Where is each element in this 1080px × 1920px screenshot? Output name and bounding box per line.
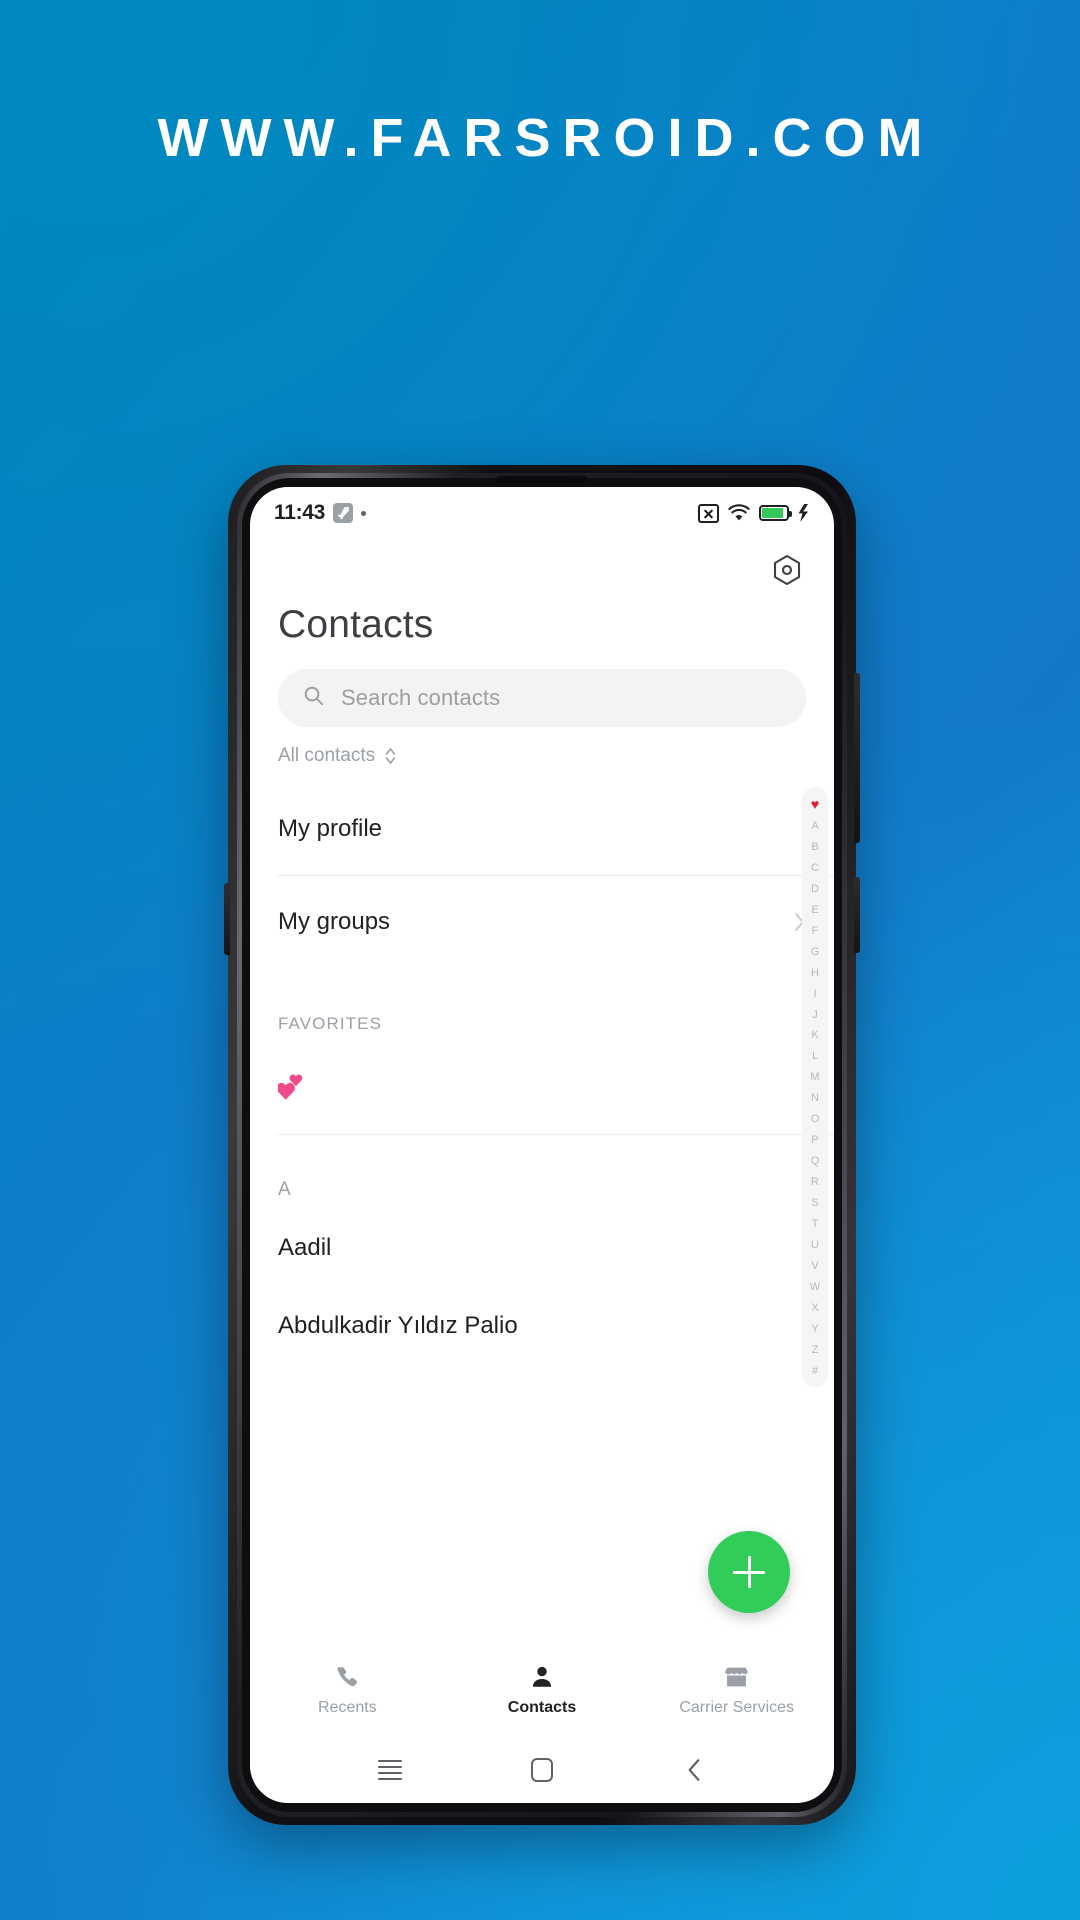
status-bar: 11:43 <box>250 487 834 539</box>
contact-filter-selector[interactable]: All contacts <box>278 745 397 767</box>
index-letter[interactable]: H <box>811 967 819 979</box>
my-groups-label: My groups <box>278 908 391 935</box>
tab-label: Contacts <box>507 1699 577 1716</box>
tab-label: Recents <box>317 1699 377 1716</box>
mute-button[interactable] <box>224 883 230 955</box>
app-header <box>250 539 834 601</box>
index-letter[interactable]: J <box>812 1009 818 1021</box>
expand-vertical-icon <box>384 746 397 766</box>
two-hearts-icon <box>276 1073 312 1103</box>
index-letter[interactable]: R <box>811 1177 819 1188</box>
index-letter[interactable]: B <box>811 841 818 853</box>
back-icon[interactable] <box>677 1753 711 1787</box>
wifi-icon <box>728 504 750 522</box>
search-icon <box>302 684 325 712</box>
battery-icon <box>759 505 792 521</box>
index-letter[interactable]: T <box>812 1219 819 1230</box>
index-letter[interactable]: W <box>810 1281 820 1293</box>
person-icon <box>529 1663 555 1691</box>
tab-recents[interactable]: Recents <box>250 1663 445 1717</box>
bottom-tab-bar: Recents Contacts Carrier Services <box>250 1643 834 1737</box>
hexagon-settings-icon[interactable] <box>768 551 806 589</box>
power-button[interactable] <box>854 877 860 953</box>
phone-icon <box>334 1663 360 1691</box>
index-letter[interactable]: N <box>811 1093 819 1104</box>
phone-screen: 11:43 Contacts Search contacts All conta… <box>250 487 834 1803</box>
index-letter[interactable]: U <box>811 1240 819 1251</box>
store-icon <box>723 1663 750 1691</box>
android-nav-bar <box>250 1737 834 1803</box>
page-title: Contacts <box>278 603 434 646</box>
status-bar-right <box>698 503 808 523</box>
index-letter[interactable]: F <box>812 925 819 937</box>
section-header-favorites: FAVORITES <box>278 1014 383 1033</box>
index-letter[interactable]: X <box>811 1302 818 1314</box>
my-profile-label: My profile <box>278 815 383 842</box>
index-letter[interactable]: E <box>811 904 818 916</box>
tab-contacts[interactable]: Contacts <box>445 1663 640 1717</box>
section-header-a: A <box>278 1179 291 1200</box>
index-letter[interactable]: Z <box>812 1344 819 1356</box>
list-item-my-groups[interactable]: My groups <box>250 876 834 968</box>
index-letter[interactable]: D <box>811 883 819 895</box>
contact-row[interactable]: Aadil <box>250 1209 834 1287</box>
volume-button[interactable] <box>854 673 860 843</box>
list-item-favorite[interactable] <box>250 1042 834 1134</box>
search-input[interactable]: Search contacts <box>278 669 806 727</box>
index-letter[interactable]: L <box>812 1051 818 1062</box>
search-placeholder: Search contacts <box>341 685 501 710</box>
tab-label: Carrier Services <box>679 1699 795 1716</box>
add-contact-fab[interactable] <box>708 1531 790 1613</box>
vpn-key-icon <box>333 503 354 523</box>
no-sim-icon <box>698 503 719 523</box>
phone-device: 11:43 Contacts Search contacts All conta… <box>224 465 860 1825</box>
index-favorites-heart-icon[interactable]: ♥ <box>811 797 819 811</box>
index-letter[interactable]: O <box>811 1114 820 1125</box>
contact-filter-label: All contacts <box>278 745 376 766</box>
index-letter[interactable]: C <box>811 862 819 874</box>
index-letter[interactable]: # <box>812 1365 818 1377</box>
status-time: 11:43 <box>274 501 326 524</box>
index-letter[interactable]: Q <box>811 1156 820 1167</box>
notification-dot-icon <box>361 510 367 516</box>
charging-bolt-icon <box>798 504 808 522</box>
contact-row[interactable]: Abdulkadir Yıldız Palio <box>250 1287 834 1365</box>
index-letter[interactable]: P <box>811 1135 818 1146</box>
home-icon[interactable] <box>525 1753 559 1787</box>
index-letter[interactable]: V <box>811 1260 818 1272</box>
watermark-text: WWW.FARSROID.COM <box>157 108 935 168</box>
index-letter[interactable]: K <box>811 1030 818 1041</box>
contacts-list: My profile My groups FAVORITES A Aadil A… <box>250 783 834 1365</box>
earpiece-speaker <box>496 475 588 483</box>
index-letter[interactable]: A <box>811 820 818 832</box>
index-letter[interactable]: I <box>813 988 816 1000</box>
index-letter[interactable]: S <box>811 1198 818 1209</box>
alphabet-index-rail[interactable]: ♥ A B C D E F G H I J K L M N O P Q R S T U V W X Y Z # <box>802 787 828 1387</box>
list-item-my-profile[interactable]: My profile <box>250 783 834 875</box>
index-letter[interactable]: Y <box>811 1323 818 1335</box>
index-letter[interactable]: M <box>810 1072 819 1083</box>
tab-carrier-services[interactable]: Carrier Services <box>639 1663 834 1717</box>
index-letter[interactable]: G <box>811 946 820 958</box>
status-bar-left: 11:43 <box>274 501 367 525</box>
recents-icon[interactable] <box>373 1753 407 1787</box>
